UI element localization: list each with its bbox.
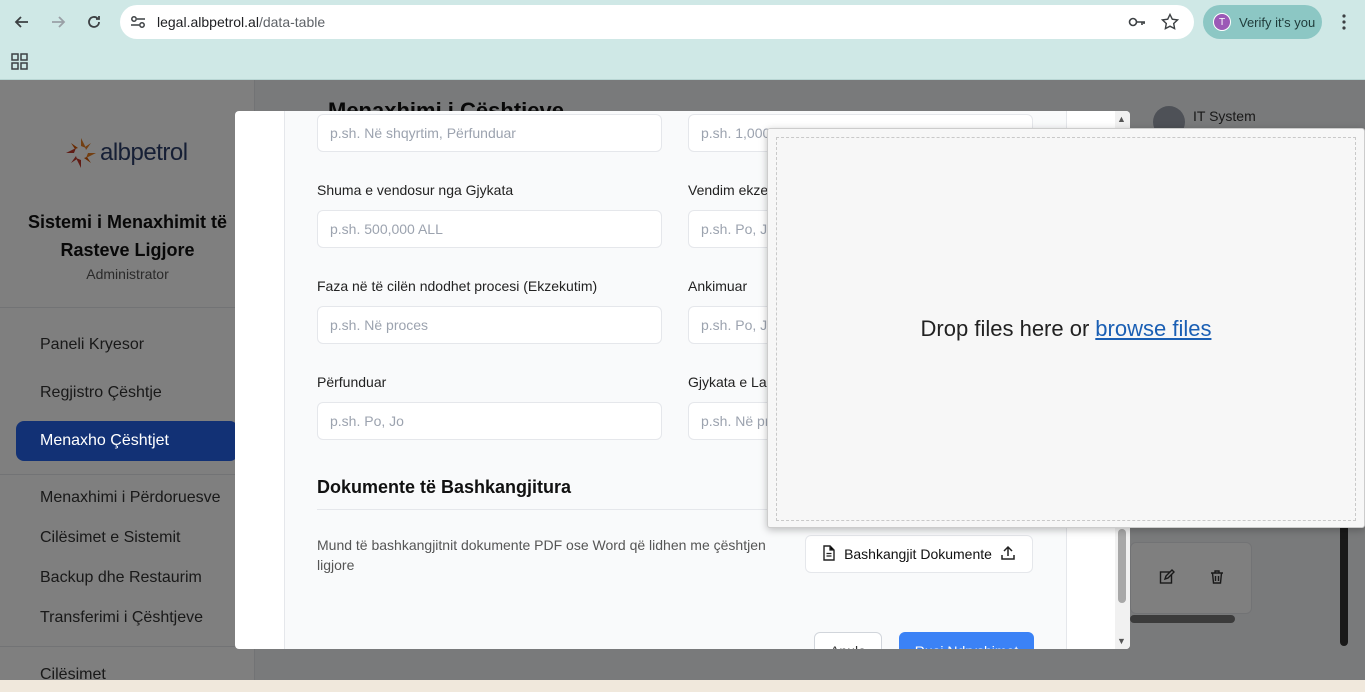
enforceable-decision-placeholder: p.sh. Po, J <box>701 221 768 237</box>
url-text: legal.albpetrol.al/data-table <box>157 14 326 30</box>
court-amount-placeholder: p.sh. 500,000 ALL <box>330 221 443 237</box>
enforceable-decision-label: Vendim ekze <box>688 182 769 198</box>
appealed-label: Ankimuar <box>688 278 748 294</box>
apps-grid-icon[interactable] <box>11 53 28 75</box>
scroll-down-arrow-icon[interactable]: ▼ <box>1117 636 1126 646</box>
drop-text: Drop files here or <box>920 316 1090 341</box>
reload-icon[interactable] <box>83 11 105 33</box>
back-icon[interactable] <box>11 11 33 33</box>
attach-documents-button[interactable]: Bashkangjit Dokumente <box>805 535 1033 573</box>
documents-section-title: Dokumente të Bashkangjitura <box>317 477 572 497</box>
execution-phase-input[interactable]: p.sh. Në proces <box>317 306 662 344</box>
court-amount-input[interactable]: p.sh. 500,000 ALL <box>317 210 662 248</box>
kebab-menu-icon[interactable] <box>1333 11 1355 33</box>
execution-phase-label: Faza në të cilën ndodhet procesi (Ekzeku… <box>317 278 598 294</box>
key-icon[interactable] <box>1128 14 1146 35</box>
completed-input[interactable]: p.sh. Po, Jo <box>317 402 662 440</box>
completed-placeholder: p.sh. Po, Jo <box>330 413 404 429</box>
sidebar-item-manage-cases[interactable]: Menaxho Çështjet <box>40 432 169 450</box>
attach-documents-label: Bashkangjit Dokumente <box>844 546 992 562</box>
upload-icon <box>1000 545 1016 564</box>
document-icon <box>822 544 836 564</box>
browse-files-link[interactable]: browse files <box>1095 316 1211 342</box>
status-input-placeholder: p.sh. Në shqyrtim, Përfunduar <box>330 125 516 141</box>
bookmark-star-icon[interactable] <box>1160 12 1180 36</box>
appealed-placeholder: p.sh. Po, J <box>701 317 768 333</box>
browser-toolbar: legal.albpetrol.al/data-table T Verify i… <box>0 0 1365 44</box>
verify-profile-button[interactable]: T Verify it's you <box>1203 5 1322 39</box>
higher-court-placeholder: p.sh. Në pr <box>701 413 770 429</box>
completed-label: Përfunduar <box>317 374 387 390</box>
higher-court-label: Gjykata e La <box>688 374 767 390</box>
documents-description: Mund të bashkangjitnit dokumente PDF ose… <box>317 537 766 573</box>
drop-area[interactable]: Drop files here or browse files <box>776 137 1356 521</box>
cancel-button[interactable]: Anulo <box>814 632 882 649</box>
os-taskbar <box>0 680 1365 692</box>
court-amount-label: Shuma e vendosur nga Gjykata <box>317 182 514 198</box>
bookmarks-bar <box>0 44 1365 80</box>
profile-avatar: T <box>1213 13 1231 31</box>
forward-icon[interactable] <box>47 11 69 33</box>
modal-scrollbar-thumb[interactable] <box>1118 529 1126 603</box>
verify-label: Verify it's you <box>1239 14 1316 30</box>
address-bar[interactable]: legal.albpetrol.al/data-table <box>120 5 1194 39</box>
execution-phase-placeholder: p.sh. Në proces <box>330 317 429 333</box>
scroll-up-arrow-icon[interactable]: ▲ <box>1117 114 1126 124</box>
amount-input-placeholder: p.sh. 1,000 <box>701 125 771 141</box>
file-drop-zone[interactable]: Drop files here or browse files <box>767 128 1365 528</box>
save-changes-button[interactable]: Ruaj Ndryshimet <box>899 632 1034 649</box>
status-input[interactable]: p.sh. Në shqyrtim, Përfunduar <box>317 114 662 152</box>
site-info-icon[interactable] <box>129 13 147 36</box>
